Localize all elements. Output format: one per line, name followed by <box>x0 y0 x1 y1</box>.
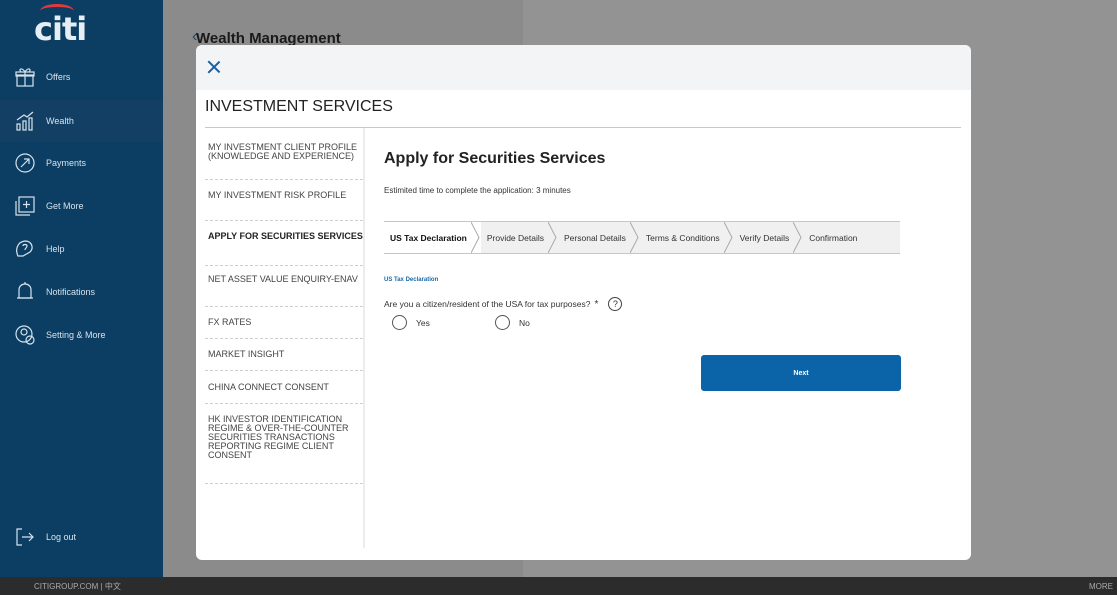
payments-icon <box>14 152 36 174</box>
settings-icon <box>14 324 36 346</box>
step-provide-details: Provide Details <box>481 221 558 254</box>
services-menu: MY INVESTMENT CLIENT PROFILE (KNOWLEDGE … <box>205 135 363 484</box>
help-icon[interactable]: ? <box>608 297 623 311</box>
footer-more-link[interactable]: MORE <box>1089 582 1113 591</box>
radio-circle[interactable] <box>392 315 407 330</box>
wealth-chart-icon <box>14 110 36 132</box>
menu-item-hk-investor-consent[interactable]: HK INVESTOR IDENTIFICATION REGIME & OVER… <box>205 404 363 484</box>
menu-item-apply-securities[interactable]: APPLY FOR SECURITIES SERVICES <box>205 221 363 266</box>
page-heading: Apply for Securities Services <box>384 150 606 167</box>
sidebar-item-label: Offers <box>46 72 71 82</box>
modal-title: INVESTMENT SERVICES <box>205 98 393 115</box>
logout-button[interactable]: Log out <box>0 516 163 558</box>
sidebar-item-label: Payments <box>46 158 87 168</box>
help-icon <box>14 238 36 260</box>
sidebar-item-label: Wealth <box>46 116 74 126</box>
step-us-tax-declaration: US Tax Declaration <box>384 221 481 254</box>
sidebar: citi Offers Wealth Payments Get More Hel… <box>0 0 163 577</box>
radio-yes-label: Yes <box>416 317 430 328</box>
sidebar-item-label: Notifications <box>46 287 96 297</box>
sidebar-item-settings[interactable]: Setting & More <box>0 314 163 356</box>
sidebar-item-offers[interactable]: Offers <box>0 56 163 98</box>
sidebar-item-label: Help <box>46 244 65 254</box>
sidebar-item-payments[interactable]: Payments <box>0 142 163 184</box>
sidebar-item-get-more[interactable]: Get More <box>0 185 163 227</box>
next-button[interactable]: Next <box>701 355 901 391</box>
step-confirmation: Confirmation <box>809 232 858 243</box>
question-text: Are you a citizen/resident of the USA fo… <box>384 299 591 309</box>
citi-logo[interactable]: citi <box>34 4 87 48</box>
tax-question: Are you a citizen/resident of the USA fo… <box>384 297 623 311</box>
sidebar-item-wealth[interactable]: Wealth <box>0 100 163 142</box>
step-personal-details: Personal Details <box>558 221 640 254</box>
application-content: Apply for Securities Services Estimited … <box>384 150 904 391</box>
logout-label: Log out <box>46 532 77 542</box>
investment-services-modal: INVESTMENT SERVICES MY INVESTMENT CLIENT… <box>196 45 971 560</box>
required-mark: * <box>594 298 599 310</box>
logout-icon <box>14 526 36 548</box>
get-more-icon <box>14 195 36 217</box>
menu-item-client-profile[interactable]: MY INVESTMENT CLIENT PROFILE (KNOWLEDGE … <box>205 135 363 180</box>
estimated-time: Estimited time to complete the applicati… <box>384 186 571 195</box>
close-icon[interactable] <box>206 59 222 75</box>
sidebar-item-label: Get More <box>46 201 84 211</box>
menu-divider <box>363 128 365 548</box>
progress-steps: US Tax Declaration Provide Details Perso… <box>384 221 900 254</box>
sidebar-item-help[interactable]: Help <box>0 228 163 270</box>
divider <box>205 127 961 128</box>
menu-item-china-connect[interactable]: CHINA CONNECT CONSENT <box>205 371 363 404</box>
footer: CITIGROUP.COM | 中文 MORE <box>0 577 1117 595</box>
sidebar-item-label: Setting & More <box>46 330 106 340</box>
gift-icon <box>14 66 36 88</box>
step-terms-conditions: Terms & Conditions <box>640 221 734 254</box>
radio-yes[interactable]: Yes <box>392 315 430 330</box>
step-verify-details: Verify Details <box>734 221 804 254</box>
radio-no-label: No <box>519 317 530 328</box>
radio-no[interactable]: No <box>495 315 530 330</box>
sidebar-item-notifications[interactable]: Notifications <box>0 271 163 313</box>
menu-item-nav-enquiry[interactable]: NET ASSET VALUE ENQUIRY-ENAV <box>205 266 363 307</box>
bell-icon <box>14 281 36 303</box>
radio-circle[interactable] <box>495 315 510 330</box>
menu-item-fx-rates[interactable]: FX RATES <box>205 307 363 339</box>
footer-links[interactable]: CITIGROUP.COM | 中文 <box>34 581 121 592</box>
section-label: US Tax Declaration <box>384 277 439 283</box>
menu-item-market-insight[interactable]: MARKET INSIGHT <box>205 339 363 371</box>
menu-item-risk-profile[interactable]: MY INVESTMENT RISK PROFILE <box>205 180 363 221</box>
modal-header <box>196 45 971 90</box>
